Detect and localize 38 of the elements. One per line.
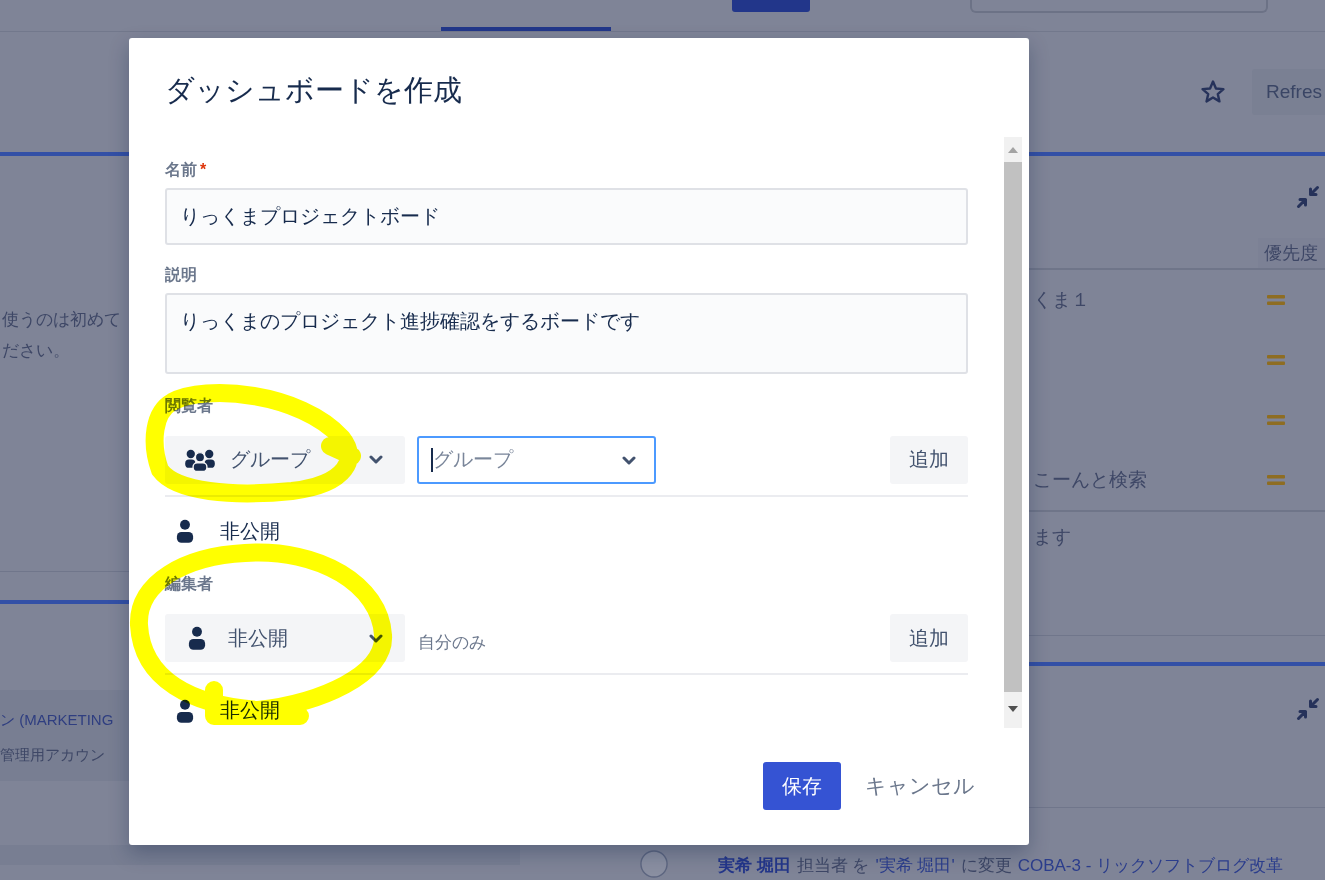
collapse-icon[interactable] [1296, 185, 1320, 209]
cancel-button[interactable]: キャンセル [857, 762, 983, 810]
required-mark: * [200, 160, 207, 180]
activity-value: '実希 堀田' [875, 855, 955, 877]
chevron-down-icon [369, 455, 383, 465]
dialog-title: ダッシュボードを作成 [165, 73, 462, 108]
person-icon [176, 698, 194, 723]
person-icon [176, 519, 194, 544]
activity-text: に変更 [960, 855, 1012, 877]
add-button[interactable]: 追加 [890, 435, 968, 484]
visibility-note: 自分のみ [418, 631, 486, 654]
group-icon [185, 447, 215, 472]
activity-text: 担当者 を [796, 855, 870, 877]
share-entry: 非公開 [220, 698, 280, 724]
priority-icon [1267, 354, 1285, 366]
priority-icon [1267, 474, 1285, 486]
project-text: 管理用アカウン [0, 745, 105, 765]
gadget-text: ださい。 [1, 340, 70, 362]
gadget-footer-text: ます [1033, 526, 1071, 547]
save-button[interactable]: 保存 [763, 762, 841, 810]
scroll-up-icon[interactable] [1008, 147, 1018, 153]
collapse-icon[interactable] [1296, 697, 1320, 721]
chevron-down-icon [622, 455, 636, 465]
gadget-text: 使うのは初めて [1, 309, 121, 331]
share-entry: 非公開 [220, 518, 280, 544]
project-text: ン (MARKETING [0, 710, 114, 730]
field-label: 説明 [165, 264, 197, 285]
name-input[interactable]: りっくまプロジェクトボード [165, 188, 968, 245]
field-label: 名前 [165, 160, 197, 180]
group-picker-field[interactable]: グループ [417, 435, 656, 484]
person-icon [188, 626, 206, 651]
add-button[interactable]: 追加 [890, 614, 968, 663]
priority-icon [1267, 414, 1285, 426]
description-input[interactable]: りっくまのプロジェクト進捗確認をするボードです [165, 292, 968, 374]
priority-icon [1267, 294, 1285, 306]
star-icon[interactable] [1200, 79, 1226, 105]
share-type-select[interactable]: 非公開 [165, 614, 405, 663]
scroll-down-icon[interactable] [1008, 706, 1018, 712]
